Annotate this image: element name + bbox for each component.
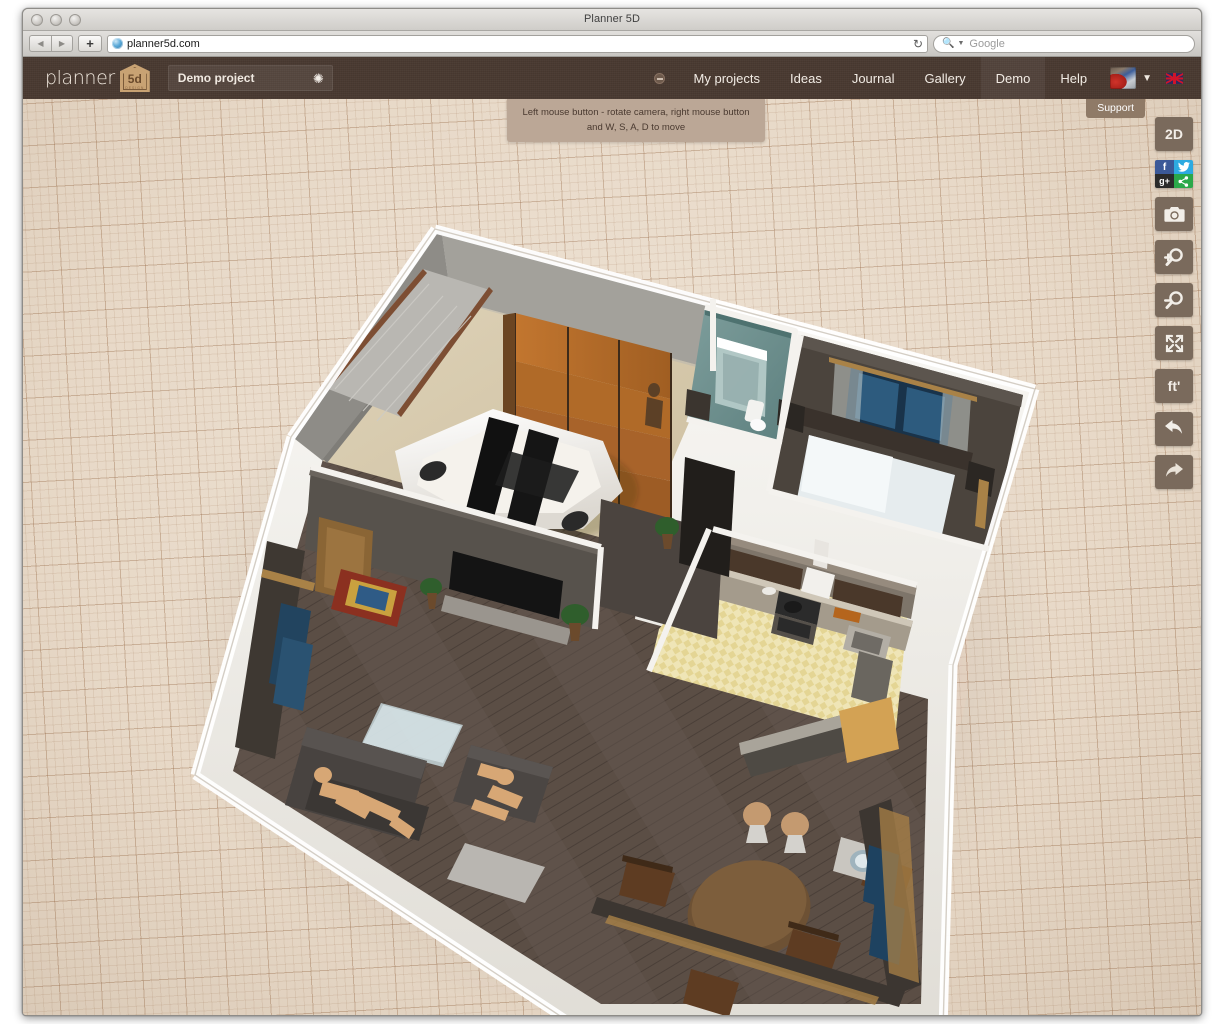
globe-favicon xyxy=(112,38,123,49)
zoom-out-icon xyxy=(1164,290,1185,311)
desktop-background: Planner 5D ◀ ▶ + planner5d.com ↻ 🔍 ▼ Goo… xyxy=(0,0,1224,1024)
support-tab[interactable]: Support xyxy=(1086,99,1145,118)
googleplus-share-button[interactable]: g+ xyxy=(1155,174,1174,188)
menu-dot-icon[interactable] xyxy=(654,73,665,84)
project-name-field[interactable]: Demo project ✺ xyxy=(168,65,333,91)
nav-item-gallery[interactable]: Gallery xyxy=(909,57,980,99)
gear-icon[interactable]: ✺ xyxy=(313,72,324,85)
forward-arrow-icon[interactable]: ▶ xyxy=(51,35,73,52)
social-share-group: f g+ xyxy=(1155,160,1193,188)
redo-icon xyxy=(1163,463,1185,482)
camera-controls-tooltip: Left mouse button - rotate camera, right… xyxy=(507,99,765,142)
generic-share-button[interactable] xyxy=(1174,174,1193,188)
logo-wordmark: planner xyxy=(45,67,115,89)
project-name-label: Demo project xyxy=(178,71,255,85)
nav-item-my-projects[interactable]: My projects xyxy=(679,57,775,99)
fullscreen-icon xyxy=(1165,334,1184,353)
planner5d-logo[interactable]: planner 5d DESIGN xyxy=(45,64,150,92)
undo-icon xyxy=(1163,420,1185,439)
url-text: planner5d.com xyxy=(127,38,200,50)
zoom-in-button[interactable] xyxy=(1155,240,1193,274)
zoom-out-button[interactable] xyxy=(1155,283,1193,317)
logo-badge-text: 5d xyxy=(128,73,142,85)
zoom-in-icon xyxy=(1164,247,1185,268)
toggle-2d-button[interactable]: 2D xyxy=(1155,117,1193,151)
browser-titlebar: Planner 5D xyxy=(23,9,1201,31)
app-navigation-bar: planner 5d DESIGN Demo project ✺ My proj… xyxy=(23,57,1202,99)
search-icon: 🔍 xyxy=(942,38,954,49)
nav-item-ideas[interactable]: Ideas xyxy=(775,57,837,99)
nav-item-help[interactable]: Help xyxy=(1045,57,1102,99)
uk-flag-icon[interactable] xyxy=(1166,73,1183,84)
floor-grid xyxy=(23,99,1202,1015)
nav-item-demo[interactable]: Demo xyxy=(981,57,1046,99)
undo-button[interactable] xyxy=(1155,412,1193,446)
window-title: Planner 5D xyxy=(23,13,1201,25)
search-placeholder: Google xyxy=(969,38,1004,50)
screenshot-button[interactable] xyxy=(1155,197,1193,231)
twitter-share-button[interactable] xyxy=(1174,160,1193,174)
units-button[interactable]: ft' xyxy=(1155,369,1193,403)
logo-badge-icon: 5d DESIGN xyxy=(120,64,150,92)
redo-button[interactable] xyxy=(1155,455,1193,489)
search-input[interactable]: 🔍 ▼ Google xyxy=(933,35,1195,53)
3d-viewport[interactable]: Left mouse button - rotate camera, right… xyxy=(23,99,1202,1015)
nav-buttons: ◀ ▶ xyxy=(29,35,73,52)
browser-window: Planner 5D ◀ ▶ + planner5d.com ↻ 🔍 ▼ Goo… xyxy=(22,8,1202,1016)
search-dropdown-caret-icon[interactable]: ▼ xyxy=(957,40,964,47)
address-bar[interactable]: planner5d.com ↻ xyxy=(107,35,928,53)
reload-icon[interactable]: ↻ xyxy=(913,37,923,52)
new-tab-button[interactable]: + xyxy=(78,35,102,52)
chevron-down-icon[interactable]: ▼ xyxy=(1142,73,1152,84)
user-avatar[interactable] xyxy=(1110,67,1136,89)
nav-item-journal[interactable]: Journal xyxy=(837,57,910,99)
back-arrow-icon[interactable]: ◀ xyxy=(29,35,51,52)
fullscreen-button[interactable] xyxy=(1155,326,1193,360)
browser-toolbar: ◀ ▶ + planner5d.com ↻ 🔍 ▼ Google xyxy=(23,31,1201,57)
viewport-toolbar: 2D f g+ xyxy=(1155,117,1193,489)
logo-badge-subtext: DESIGN xyxy=(125,86,144,90)
camera-icon xyxy=(1164,206,1185,223)
facebook-share-button[interactable]: f xyxy=(1155,160,1174,174)
web-page: planner 5d DESIGN Demo project ✺ My proj… xyxy=(23,57,1202,1015)
main-menu: My projects Ideas Journal Gallery Demo H… xyxy=(654,57,1202,99)
